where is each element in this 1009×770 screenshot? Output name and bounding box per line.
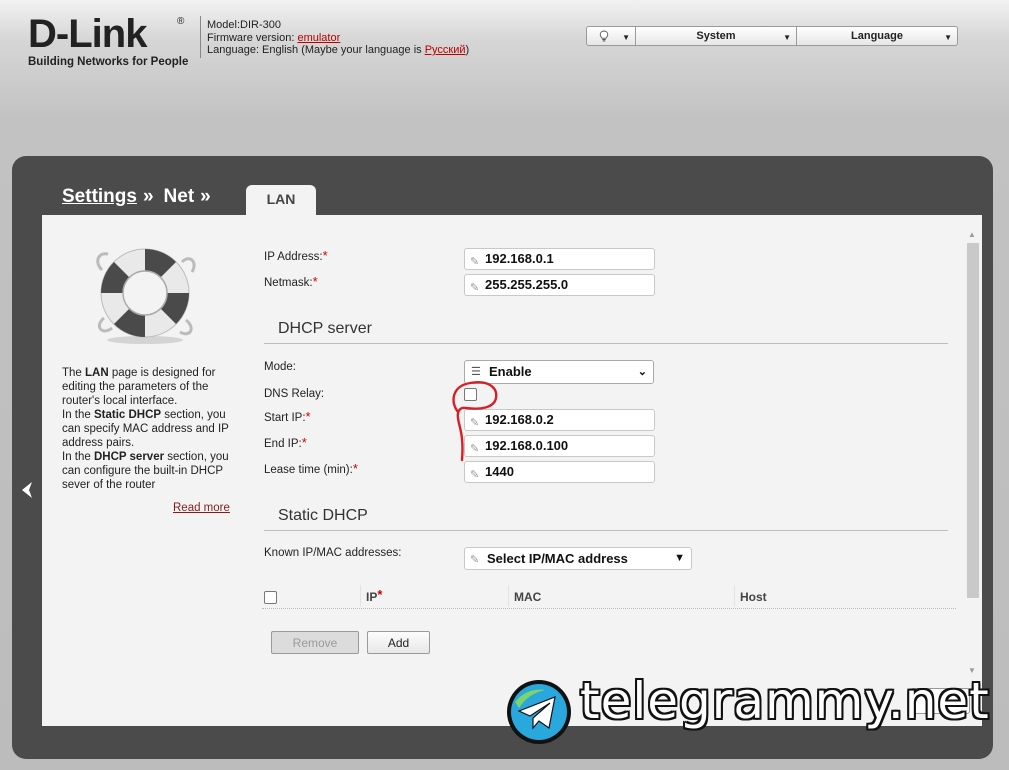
language-menu-button[interactable]: Language ▼ [797,26,958,46]
column-header-mac: MAC [514,590,542,604]
language-info: Language: English (Maybe your language i… [207,44,425,56]
start-ip-label: Start IP:* [264,409,311,424]
ip-address-label-text: IP Address: [264,251,323,263]
required-mark: * [301,435,307,450]
mode-label: Mode: [264,361,296,373]
system-menu-label: System [696,30,736,42]
required-mark: * [352,461,358,476]
read-more-link[interactable]: Read more [173,502,230,514]
column-separator [360,585,361,607]
known-ip-mac-value: Select IP/MAC address [487,551,628,566]
chevron-down-icon: ▼ [783,33,791,42]
end-ip-label-text: End IP: [264,438,302,450]
pencil-icon: ✎ [470,256,480,268]
start-ip-label-text: Start IP: [264,412,306,424]
table-divider [262,608,956,609]
column-separator [508,585,509,607]
column-header-host: Host [740,590,767,604]
chevron-down-icon: ▼ [944,33,952,42]
triangle-down-icon: ▼ [674,552,685,564]
ip-address-input[interactable]: ✎ 192.168.0.1 [464,248,655,270]
lease-time-label: Lease time (min):* [264,461,358,476]
ip-address-value: 192.168.0.1 [485,251,554,266]
back-arrow-icon[interactable] [20,481,34,505]
help-text-bold: LAN [85,367,109,379]
firmware-link[interactable]: emulator [297,32,340,44]
language-menu-label: Language [851,30,903,42]
firmware-label: Firmware version: [207,31,298,44]
annotation-circle [452,381,498,462]
lease-time-value: 1440 [485,464,514,479]
breadcrumb: Settings» Net» [62,186,221,208]
dhcp-server-section-title: DHCP server [264,320,948,344]
tab-lan[interactable]: LAN [246,185,316,217]
netmask-label: Netmask:* [264,274,318,289]
column-separator [734,585,735,607]
lifebuoy-icon [96,248,196,344]
system-menu-button[interactable]: System ▼ [636,26,797,46]
known-ip-mac-select[interactable]: ✎ Select IP/MAC address ▼ [464,547,692,570]
breadcrumb-separator: » [200,186,211,207]
top-menu-bar: ▼ System ▼ Language ▼ [586,26,958,46]
netmask-label-text: Netmask: [264,277,313,289]
column-header-ip-text: IP [366,590,378,604]
select-all-checkbox[interactable] [264,591,277,604]
end-ip-label: End IP:* [264,435,307,450]
breadcrumb-net[interactable]: Net [164,186,195,207]
chevron-left-icon [22,482,32,498]
remove-button[interactable]: Remove [271,631,359,654]
help-text-part: In the [62,409,94,421]
logo-text: D-Link [28,12,147,56]
watermark-text: telegrammy.net [580,672,990,730]
model-label: Model: [207,19,241,31]
language-info-close: ) [465,44,470,56]
pencil-icon: ✎ [470,554,480,566]
logo-tagline: Building Networks for People [28,56,189,68]
breadcrumb-settings[interactable]: Settings [62,186,137,207]
scroll-up-icon[interactable]: ▲ [968,230,976,239]
dlink-logo[interactable]: D-Link ® Building Networks for People [28,14,193,68]
lease-time-label-text: Lease time (min): [264,464,353,476]
pencil-icon: ✎ [470,469,480,481]
ip-address-label: IP Address:* [264,248,328,263]
column-header-ip: IP* [366,587,383,604]
chevron-down-icon: ⌄ [637,366,647,378]
required-mark: * [305,409,311,424]
required-mark: * [312,274,318,289]
help-text: The LAN page is designed for editing the… [62,366,232,492]
help-text-part: In the [62,451,94,463]
help-text-bold: Static DHCP [93,409,162,421]
static-dhcp-section-title: Static DHCP [264,507,948,531]
device-info: Model:DIR-300 Firmware version: emulator… [207,19,469,57]
required-mark: * [322,248,328,263]
pencil-icon: ✎ [470,282,480,294]
help-text-part: The [62,367,86,379]
lightbulb-icon [599,30,609,42]
model-value: DIR-300 [240,19,281,31]
breadcrumb-separator: » [142,186,154,207]
russian-language-link[interactable]: Русский [425,44,466,56]
known-addresses-label: Known IP/MAC addresses: [264,547,402,559]
netmask-value: 255.255.255.0 [485,277,569,292]
chevron-down-icon: ▼ [622,33,630,42]
required-mark: * [377,587,383,602]
header-divider [200,16,201,58]
notifications-button[interactable]: ▼ [586,26,636,46]
logo-registered-mark: ® [177,16,185,27]
dns-relay-label: DNS Relay: [264,388,325,400]
help-text-bold: DHCP server [93,451,165,463]
lease-time-input[interactable]: ✎ 1440 [464,461,655,483]
add-button[interactable]: Add [367,631,430,654]
telegram-icon [507,680,571,744]
scrollbar-thumb[interactable] [967,243,979,598]
netmask-input[interactable]: ✎ 255.255.255.0 [464,274,655,296]
